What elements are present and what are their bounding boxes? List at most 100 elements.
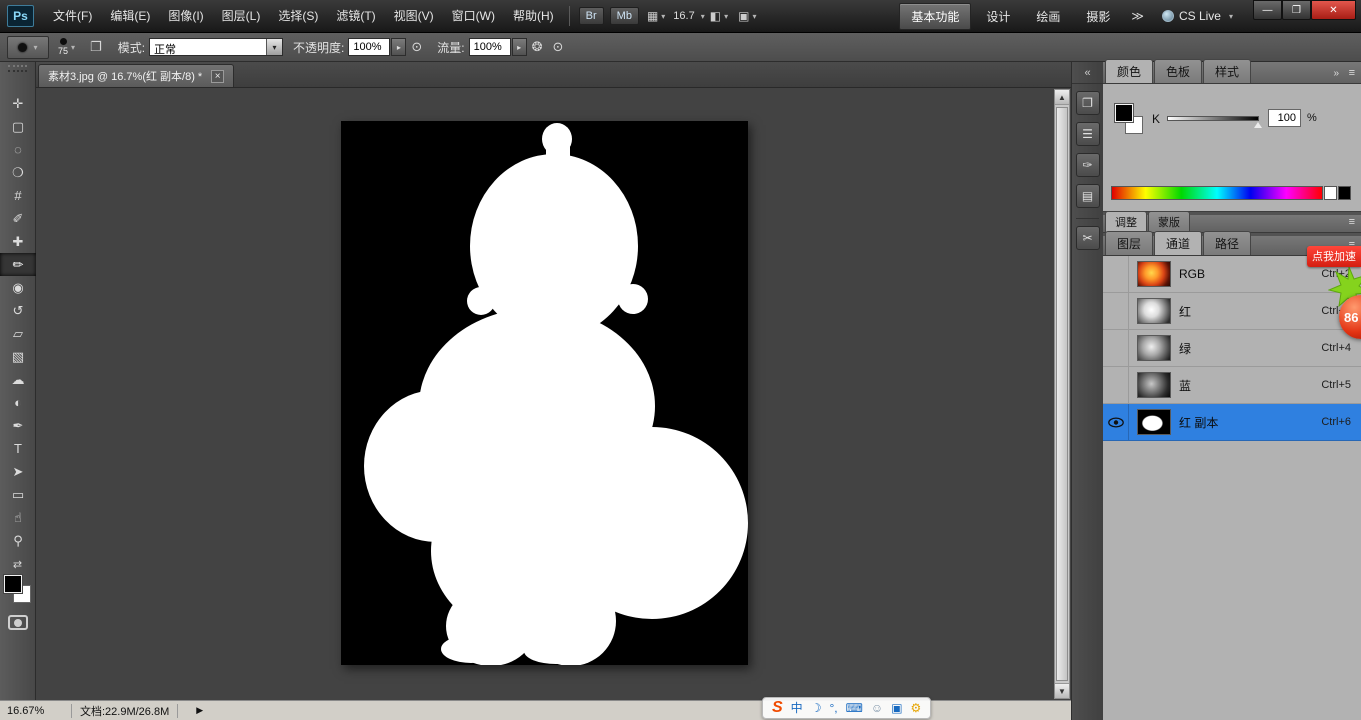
k-slider-handle[interactable]	[1254, 122, 1262, 128]
keyboard-icon[interactable]: ⌨	[846, 702, 863, 714]
foreground-color-swatch[interactable]	[1115, 104, 1133, 122]
menu-help[interactable]: 帮助(H)	[504, 0, 563, 33]
opacity-slider-button[interactable]: ▸	[391, 38, 406, 56]
minimize-button[interactable]: —	[1253, 0, 1282, 20]
workspace-essentials[interactable]: 基本功能	[899, 3, 971, 30]
dodge-tool[interactable]: ◐	[0, 391, 36, 414]
channel-row-red[interactable]: 红 Ctrl+3	[1103, 293, 1361, 330]
app-logo[interactable]: Ps	[7, 5, 34, 27]
restore-button[interactable]: ❐	[1282, 0, 1311, 20]
visibility-toggle[interactable]	[1103, 330, 1129, 366]
tools-panel-grip[interactable]	[8, 65, 27, 72]
crop-tool[interactable]: #	[0, 184, 36, 207]
cs-live-button[interactable]: CS Live ▾	[1162, 9, 1233, 23]
info-panel-icon[interactable]: ▤	[1076, 184, 1100, 208]
close-icon[interactable]: ×	[211, 70, 224, 83]
clone-stamp-tool[interactable]: ◉	[0, 276, 36, 299]
tab-styles[interactable]: 样式	[1203, 59, 1251, 83]
black-swatch[interactable]	[1338, 186, 1351, 200]
history-panel-icon[interactable]: ❐	[1076, 91, 1100, 115]
quick-select-tool[interactable]: ❍	[0, 161, 36, 184]
scissors-icon[interactable]: ✂	[1076, 226, 1100, 250]
channel-row-red-copy[interactable]: 红 副本 Ctrl+6	[1103, 404, 1361, 441]
collapse-panels-icon[interactable]: »	[1333, 68, 1339, 79]
punctuation-icon[interactable]: °,	[829, 702, 837, 714]
menu-layer[interactable]: 图层(L)	[213, 0, 270, 33]
toolbox-icon[interactable]: ▣	[891, 702, 902, 714]
white-swatch[interactable]	[1324, 186, 1337, 200]
lasso-tool[interactable]: ◌	[0, 138, 36, 161]
swap-colors-icon[interactable]: ⇄	[0, 558, 35, 571]
hand-tool[interactable]: ☝	[0, 506, 36, 529]
status-options-arrow[interactable]: ▶	[196, 705, 203, 716]
expand-panels-icon[interactable]: «	[1072, 62, 1103, 84]
path-select-tool[interactable]: ➤	[0, 460, 36, 483]
clone-source-panel-icon[interactable]: ✑	[1076, 153, 1100, 177]
scroll-up-arrow[interactable]: ▲	[1055, 90, 1069, 105]
menu-view[interactable]: 视图(V)	[385, 0, 443, 33]
type-tool[interactable]: T	[0, 437, 36, 460]
brush-picker[interactable]: 75 ▾	[58, 38, 75, 56]
tab-adjustments[interactable]: 调整	[1105, 211, 1147, 232]
accelerator-badge[interactable]: 点我加速	[1307, 246, 1361, 267]
tablet-pressure-size-icon[interactable]: ⊙	[553, 39, 564, 55]
history-brush-tool[interactable]: ↺	[0, 299, 36, 322]
k-slider[interactable]	[1167, 116, 1259, 121]
scroll-down-arrow[interactable]: ▼	[1055, 683, 1069, 698]
tab-swatches[interactable]: 色板	[1154, 59, 1202, 83]
brush-tool[interactable]: ✏	[0, 253, 36, 276]
arrange-documents-button[interactable]: ▦ ▾	[647, 9, 665, 23]
gradient-tool[interactable]: ▧	[0, 345, 36, 368]
tab-masks[interactable]: 蒙版	[1148, 211, 1190, 232]
foreground-color-swatch[interactable]	[4, 575, 22, 593]
workspace-painting[interactable]: 绘画	[1025, 4, 1071, 29]
color-spectrum-ramp[interactable]	[1111, 186, 1323, 200]
visibility-toggle[interactable]	[1103, 404, 1129, 440]
status-zoom-field[interactable]: 16.67%	[7, 705, 63, 717]
zoom-level-readout[interactable]: 16.7	[673, 10, 694, 22]
tab-color[interactable]: 颜色	[1105, 59, 1153, 83]
tool-preset-picker[interactable]: ▾	[7, 36, 49, 59]
workspace-design[interactable]: 设计	[975, 4, 1021, 29]
scrollbar-thumb[interactable]	[1056, 107, 1068, 681]
ime-language-toggle[interactable]: 中	[791, 702, 803, 714]
menu-window[interactable]: 窗口(W)	[443, 0, 504, 33]
k-value-input[interactable]: 100	[1268, 109, 1301, 127]
opacity-input[interactable]: 100%	[348, 38, 390, 56]
visibility-toggle[interactable]	[1103, 367, 1129, 403]
more-workspaces-icon[interactable]: ≫	[1131, 9, 1144, 23]
panel-menu-icon[interactable]: ≡	[1349, 216, 1355, 228]
menu-edit[interactable]: 编辑(E)	[101, 0, 159, 33]
move-tool[interactable]: ✛	[0, 92, 36, 115]
launch-bridge-button[interactable]: Br	[579, 7, 604, 25]
zoom-tool[interactable]: ⚲	[0, 529, 36, 552]
user-icon[interactable]: ☺	[871, 702, 883, 714]
wrench-icon[interactable]: ⚙	[911, 702, 922, 714]
launch-mini-bridge-button[interactable]: Mb	[610, 7, 639, 25]
tab-paths[interactable]: 路径	[1203, 231, 1251, 255]
toggle-brush-panel-icon[interactable]: ❐	[90, 39, 102, 55]
blur-tool[interactable]: ☁	[0, 368, 36, 391]
flow-slider-button[interactable]: ▸	[512, 38, 527, 56]
adjustments-panel-icon[interactable]: ☰	[1076, 122, 1100, 146]
flow-input[interactable]: 100%	[469, 38, 511, 56]
screen-mode-button[interactable]: ◧ ▾	[710, 9, 728, 23]
panel-menu-icon[interactable]: ≡	[1349, 67, 1355, 79]
channel-row-blue[interactable]: 蓝 Ctrl+5	[1103, 367, 1361, 404]
eraser-tool[interactable]: ▱	[0, 322, 36, 345]
document-tab[interactable]: 素材3.jpg @ 16.7%(红 副本/8) * ×	[38, 64, 234, 87]
pen-tool[interactable]: ✒	[0, 414, 36, 437]
ime-logo[interactable]: S	[772, 700, 783, 716]
vertical-scrollbar[interactable]: ▲ ▼	[1054, 89, 1070, 699]
menu-select[interactable]: 选择(S)	[269, 0, 327, 33]
healing-brush-tool[interactable]: ✚	[0, 230, 36, 253]
tablet-pressure-opacity-icon[interactable]: ⊙	[411, 39, 422, 55]
moon-icon[interactable]: ☽	[811, 702, 822, 714]
tab-layers[interactable]: 图层	[1105, 231, 1153, 255]
visibility-toggle[interactable]	[1103, 256, 1129, 292]
visibility-toggle[interactable]	[1103, 293, 1129, 329]
eyedropper-tool[interactable]: ✐	[0, 207, 36, 230]
tab-channels[interactable]: 通道	[1154, 231, 1202, 255]
chevron-down-icon[interactable]: ▾	[701, 12, 705, 21]
airbrush-toggle-icon[interactable]: ❂	[532, 39, 543, 55]
